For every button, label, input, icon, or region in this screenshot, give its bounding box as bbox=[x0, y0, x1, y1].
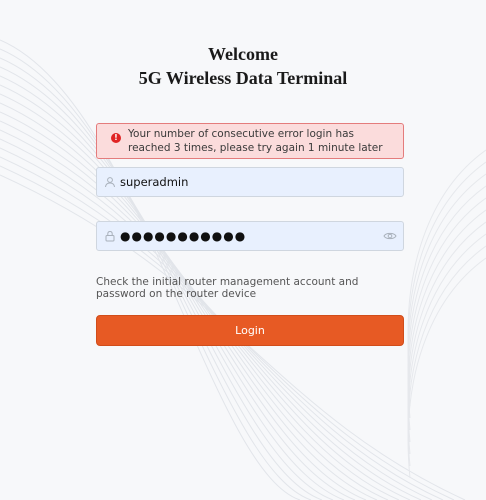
username-field[interactable]: superadmin bbox=[96, 167, 404, 197]
login-button[interactable]: Login bbox=[96, 315, 404, 346]
eye-icon[interactable] bbox=[383, 230, 397, 242]
product-title: 5G Wireless Data Terminal bbox=[138, 68, 348, 88]
error-icon: ! bbox=[111, 133, 121, 143]
lock-icon bbox=[105, 230, 115, 242]
user-icon bbox=[105, 177, 115, 188]
welcome-title: Welcome bbox=[208, 44, 278, 64]
password-field[interactable]: ●●●●●●●●●●● bbox=[96, 221, 404, 251]
username-value[interactable]: superadmin bbox=[120, 168, 188, 196]
account-hint-text: Check the initial router management acco… bbox=[96, 276, 359, 300]
password-value[interactable]: ●●●●●●●●●●● bbox=[120, 222, 246, 250]
login-page: Welcome 5G Wireless Data Terminal ! Your… bbox=[0, 0, 486, 500]
alert-message: Your number of consecutive error login h… bbox=[128, 128, 383, 154]
login-error-alert: ! Your number of consecutive error login… bbox=[96, 123, 404, 159]
